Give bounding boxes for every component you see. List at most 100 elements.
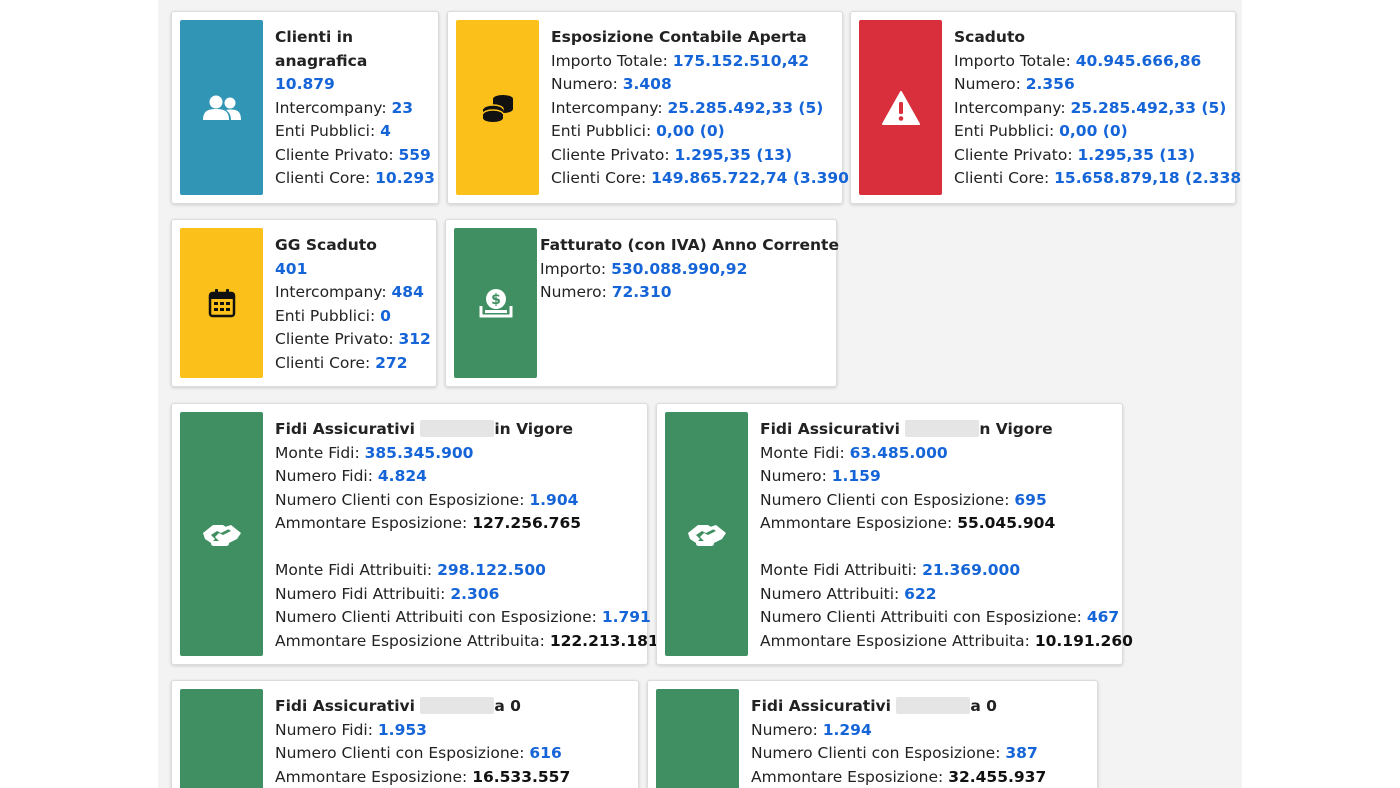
- stat-label: Enti Pubblici:: [275, 306, 381, 325]
- stat-value: 16.533.557: [472, 767, 571, 786]
- stat-label: Monte Fidi:: [275, 443, 365, 462]
- stat-clienti-core: Clienti Core: 272: [275, 352, 431, 376]
- stat-clienti-attribuiti: Numero Clienti Attribuiti con Esposizion…: [275, 606, 659, 630]
- stat-value: 122.213.181: [549, 631, 659, 650]
- stat-label: Numero:: [540, 283, 612, 301]
- stat-value: 695: [1014, 490, 1047, 509]
- stat-monte-fidi-attribuiti: Monte Fidi Attribuiti: 21.369.000: [760, 559, 1133, 583]
- stat-enti-pubblici: Enti Pubblici: 0,00 (0): [954, 120, 1242, 144]
- stat-monte-fidi: Monte Fidi: 385.345.900: [275, 442, 659, 466]
- stat-enti-pubblici: Enti Pubblici: 4: [275, 120, 435, 144]
- stat-value: 559: [398, 145, 431, 164]
- stat-value: 40.945.666,86: [1075, 51, 1202, 70]
- stat-cliente-privato: Cliente Privato: 1.295,35 (13): [551, 144, 856, 168]
- stat-label: Clienti Core:: [954, 169, 1055, 187]
- stat-value: 1.953: [377, 720, 427, 739]
- stat-value: 21.369.000: [922, 561, 1021, 579]
- money-deposit-icon: $: [479, 289, 512, 318]
- stat-label: Monte Fidi:: [760, 443, 850, 462]
- users-icon: [202, 95, 241, 120]
- stat-intercompany: Intercompany: 484: [275, 281, 431, 305]
- card-icon-block: [180, 689, 263, 788]
- stat-value: 312: [398, 330, 431, 348]
- card-title: GG Scaduto: [275, 236, 377, 254]
- stat-label: Numero Clienti Attribuiti con Esposizion…: [760, 608, 1087, 626]
- card-title: Fatturato (con IVA) Anno Corrente: [540, 236, 839, 254]
- stat-ammontare-esposizione: Ammontare Esposizione: 16.533.557: [275, 766, 570, 788]
- stat-label: Numero:: [751, 720, 823, 739]
- stat-label: Numero Clienti con Esposizione:: [275, 490, 530, 509]
- stat-value: 298.122.500: [437, 561, 546, 579]
- page-margin: [1242, 0, 1400, 788]
- stat-cliente-privato: Cliente Privato: 559: [275, 144, 435, 168]
- stat-label: Intercompany:: [551, 98, 668, 117]
- warning-icon: [881, 90, 920, 125]
- redacted-block: [420, 420, 495, 437]
- stat-label: Enti Pubblici:: [954, 122, 1060, 140]
- stat-label: Cliente Privato:: [275, 330, 399, 348]
- card-title: Esposizione Contabile Aperta: [551, 28, 807, 46]
- stat-value: 149.865.722,74 (3.390): [651, 169, 857, 187]
- stat-label: Ammontare Esposizione:: [275, 767, 473, 786]
- stat-clienti-esposizione: Numero Clienti con Esposizione: 1.904: [275, 489, 659, 513]
- card-scaduto: Scaduto Importo Totale: 40.945.666,86 Nu…: [850, 11, 1242, 204]
- stat-value: 387: [1005, 744, 1038, 762]
- stat-value: 484: [391, 283, 424, 301]
- stat-clienti-attribuiti: Numero Clienti Attribuiti con Esposizion…: [760, 606, 1133, 630]
- stat-numero-fidi: Numero Fidi: 1.953: [275, 719, 570, 743]
- stat-value: 10.293: [375, 169, 435, 187]
- card-clienti-anagrafica: Clienti in anagrafica 10.879 Intercompan…: [171, 11, 439, 204]
- stat-label: Cliente Privato:: [954, 145, 1078, 164]
- stat-value: 530.088.990,92: [611, 259, 748, 278]
- stat-importo: Importo: 530.088.990,92: [540, 258, 839, 282]
- stat-label: Numero Attribuiti:: [760, 584, 905, 603]
- stat-numero-attribuiti: Numero Attribuiti: 622: [760, 583, 1133, 607]
- stat-value: 23: [391, 98, 414, 117]
- stat-label: Numero Clienti con Esposizione:: [751, 744, 1006, 762]
- stat-label: Numero Clienti con Esposizione:: [275, 744, 530, 762]
- stat-value: 1.295,35 (13): [674, 145, 793, 164]
- stat-label: Numero Fidi:: [275, 720, 378, 739]
- title-suffix: n Vigore: [979, 420, 1053, 438]
- redacted-block: [420, 697, 495, 714]
- stat-ammontare-esposizione: Ammontare Esposizione: 127.256.765: [275, 512, 659, 536]
- stat-numero-fidi-attribuiti: Numero Fidi Attribuiti: 2.306: [275, 583, 659, 607]
- stat-numero: Numero: 2.356: [954, 73, 1242, 97]
- stat-label: Intercompany:: [275, 283, 392, 301]
- stat-clienti-esposizione: Numero Clienti con Esposizione: 387: [751, 742, 1046, 766]
- stat-monte-fidi-attribuiti: Monte Fidi Attribuiti: 298.122.500: [275, 559, 659, 583]
- calendar-icon: [208, 289, 235, 318]
- stat-label: Cliente Privato:: [551, 145, 675, 164]
- stat-numero: Numero: 1.294: [751, 719, 1046, 743]
- stat-intercompany: Intercompany: 25.285.492,33 (5): [551, 97, 856, 121]
- stat-label: Importo:: [540, 259, 612, 278]
- stat-label: Clienti Core:: [275, 169, 376, 187]
- stat-numero: Numero: 72.310: [540, 281, 839, 305]
- stat-label: Monte Fidi Attribuiti:: [275, 561, 438, 579]
- stat-label: Numero:: [551, 75, 623, 93]
- card-icon-block: [180, 20, 263, 195]
- card-icon-block: $: [454, 228, 537, 378]
- stat-label: Numero Clienti con Esposizione:: [760, 490, 1015, 509]
- stat-importo-totale: Importo Totale: 175.152.510,42: [551, 50, 856, 74]
- stat-ammontare-attribuita: Ammontare Esposizione Attribuita: 122.21…: [275, 630, 659, 654]
- stat-value: 63.485.000: [849, 443, 948, 462]
- stat-value: 1.791: [601, 608, 651, 626]
- card-title-line2: anagrafica: [275, 51, 368, 70]
- handshake-icon: [202, 525, 241, 546]
- stat-clienti-esposizione: Numero Clienti con Esposizione: 616: [275, 742, 570, 766]
- stat-numero: Numero: 1.159: [760, 465, 1133, 489]
- stat-label: Clienti Core:: [551, 169, 652, 187]
- stat-label: Intercompany:: [275, 98, 392, 117]
- card-icon-block: [665, 412, 748, 656]
- stat-label: Numero Clienti Attribuiti con Esposizion…: [275, 608, 602, 626]
- stat-intercompany: Intercompany: 23: [275, 97, 435, 121]
- card-title: Fidi Assicurativi a 0: [275, 695, 570, 719]
- card-title: Clienti in: [275, 28, 354, 46]
- card-fidi-zero-1: Fidi Assicurativi a 0 Numero Fidi: 1.953…: [171, 680, 639, 788]
- stat-label: Clienti Core:: [275, 353, 376, 372]
- stat-value: 2.306: [450, 584, 500, 603]
- stat-enti-pubblici: Enti Pubblici: 0,00 (0): [551, 120, 856, 144]
- card-title: Fidi Assicurativi n Vigore: [760, 418, 1133, 442]
- card-fidi-vigore-2: Fidi Assicurativi n Vigore Monte Fidi: 6…: [656, 403, 1133, 665]
